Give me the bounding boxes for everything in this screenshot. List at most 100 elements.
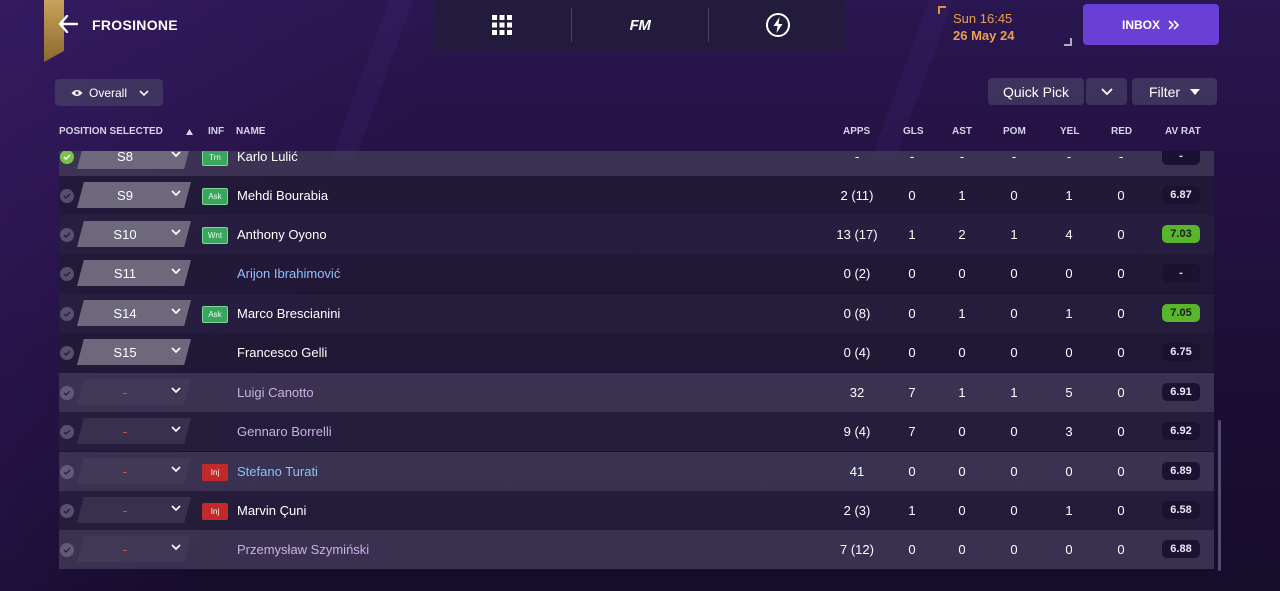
select-checkbox[interactable] — [60, 386, 74, 400]
pom-value: 0 — [1010, 424, 1018, 439]
check-icon — [63, 547, 71, 553]
status-badge[interactable]: Wnt — [202, 227, 228, 244]
col-inf[interactable]: INF — [208, 126, 224, 137]
position-selector[interactable]: S14 — [77, 300, 191, 326]
status-badge[interactable]: Inj — [202, 464, 228, 481]
table-row[interactable]: S14 Ask Marco Brescianini 0 (8) 0 1 0 1 … — [59, 294, 1214, 333]
back-button[interactable] — [56, 12, 80, 36]
status-badge[interactable]: Ask — [202, 306, 228, 323]
player-name[interactable]: Stefano Turati — [237, 464, 318, 479]
table-row[interactable]: - Luigi Canotto 32 7 1 1 5 0 6.91 — [59, 373, 1214, 412]
table-row[interactable]: S11 Arijon Ibrahimović 0 (2) 0 0 0 0 0 - — [59, 254, 1214, 293]
select-checkbox[interactable] — [60, 425, 74, 439]
table-row[interactable]: - Przemysław Szymiński 7 (12) 0 0 0 0 0 … — [59, 530, 1214, 569]
table-row[interactable]: S10 Wnt Anthony Oyono 13 (17) 1 2 1 4 0 … — [59, 215, 1214, 254]
position-selector[interactable]: - — [77, 458, 191, 484]
position-selector[interactable]: - — [77, 497, 191, 523]
check-icon — [63, 271, 71, 277]
yel-value: 1 — [1065, 503, 1073, 518]
player-name[interactable]: Luigi Canotto — [237, 385, 314, 400]
club-name[interactable]: FROSINONE — [92, 17, 178, 33]
col-pom[interactable]: POM — [1003, 126, 1026, 137]
player-name[interactable]: Marvin Çuni — [237, 503, 306, 518]
check-icon — [63, 193, 71, 199]
check-icon — [63, 508, 71, 514]
player-name[interactable]: Francesco Gelli — [237, 345, 327, 360]
position-selector[interactable]: S9 — [77, 182, 191, 208]
table-row[interactable]: S15 Francesco Gelli 0 (4) 0 0 0 0 0 6.75 — [59, 333, 1214, 372]
status-badge[interactable]: Trn — [202, 151, 228, 166]
col-yel[interactable]: YEL — [1060, 126, 1079, 137]
chevron-down-icon — [171, 308, 181, 314]
check-icon — [63, 311, 71, 317]
position-selector[interactable]: S15 — [77, 339, 191, 365]
gls-value: - — [909, 151, 915, 164]
avg-rating-badge: 6.92 — [1162, 422, 1200, 440]
pom-value: - — [1011, 151, 1017, 164]
position-selector[interactable]: - — [77, 536, 191, 562]
player-name[interactable]: Przemysław Szymiński — [237, 542, 369, 557]
red-value: 0 — [1117, 424, 1125, 439]
select-checkbox[interactable] — [60, 465, 74, 479]
filter-button[interactable]: Filter — [1132, 78, 1217, 105]
pom-value: 1 — [1010, 227, 1018, 242]
red-value: 0 — [1117, 266, 1125, 281]
table-row[interactable]: - Inj Stefano Turati 41 0 0 0 0 0 6.89 — [59, 452, 1214, 491]
col-ast[interactable]: AST — [952, 126, 972, 137]
position-selector[interactable]: S8 — [77, 151, 191, 169]
check-icon — [63, 154, 71, 160]
select-checkbox[interactable] — [60, 228, 74, 242]
select-checkbox[interactable] — [60, 151, 74, 164]
fm-home-button[interactable]: FM — [572, 0, 709, 50]
col-position[interactable]: POSITION SELECTED — [59, 126, 163, 137]
sort-asc-icon[interactable] — [186, 127, 193, 138]
player-name[interactable]: Mehdi Bourabia — [237, 188, 328, 203]
ast-value: 1 — [958, 188, 966, 203]
select-checkbox[interactable] — [60, 267, 74, 281]
position-value: S14 — [113, 305, 137, 321]
position-selector[interactable]: S11 — [77, 260, 191, 286]
select-checkbox[interactable] — [60, 307, 74, 321]
quick-pick-button[interactable]: Quick Pick — [988, 78, 1084, 105]
position-selector[interactable]: - — [77, 418, 191, 444]
col-red[interactable]: RED — [1111, 126, 1132, 137]
quick-pick-dropdown[interactable] — [1086, 78, 1127, 105]
gls-value: 7 — [908, 385, 916, 400]
select-checkbox[interactable] — [60, 543, 74, 557]
select-checkbox[interactable] — [60, 189, 74, 203]
avg-rating-badge: 6.88 — [1162, 540, 1200, 558]
chevron-down-icon — [171, 426, 181, 432]
inbox-button[interactable]: INBOX — [1083, 4, 1219, 45]
player-name[interactable]: Arijon Ibrahimović — [237, 266, 340, 281]
continue-button[interactable] — [709, 0, 846, 50]
chevron-down-icon — [171, 544, 181, 550]
table-row[interactable]: S9 Ask Mehdi Bourabia 2 (11) 0 1 0 1 0 6… — [59, 176, 1214, 215]
player-name[interactable]: Anthony Oyono — [237, 227, 327, 242]
status-badge[interactable]: Inj — [202, 503, 228, 520]
position-selector[interactable]: S10 — [77, 221, 191, 247]
apps-value: 0 (2) — [843, 266, 871, 281]
player-name[interactable]: Gennaro Borrelli — [237, 424, 332, 439]
player-name[interactable]: Marco Brescianini — [237, 306, 340, 321]
table-row[interactable]: - Gennaro Borrelli 9 (4) 7 0 0 3 0 6.92 — [59, 412, 1214, 451]
view-selector[interactable]: Overall — [55, 79, 163, 106]
apps-value: - — [854, 151, 860, 164]
position-selector[interactable]: - — [77, 379, 191, 405]
select-checkbox[interactable] — [60, 346, 74, 360]
menu-grid-button[interactable] — [434, 0, 571, 50]
col-gls[interactable]: GLS — [903, 126, 924, 137]
col-name[interactable]: NAME — [236, 126, 265, 137]
check-icon — [63, 350, 71, 356]
col-avrat[interactable]: AV RAT — [1165, 126, 1201, 137]
avg-rating-badge: 7.05 — [1162, 304, 1200, 322]
check-icon — [63, 232, 71, 238]
player-name[interactable]: Karlo Lulić — [237, 151, 298, 164]
table-row[interactable]: S8 Trn Karlo Lulić - - - - - - - — [59, 151, 1214, 176]
scrollbar[interactable] — [1218, 420, 1221, 571]
select-checkbox[interactable] — [60, 504, 74, 518]
table-row[interactable]: - Inj Marvin Çuni 2 (3) 1 0 0 1 0 6.58 — [59, 491, 1214, 530]
check-icon — [63, 429, 71, 435]
date-day-time: Sun 16:45 — [953, 11, 1013, 26]
status-badge[interactable]: Ask — [202, 188, 228, 205]
col-apps[interactable]: APPS — [843, 126, 870, 137]
